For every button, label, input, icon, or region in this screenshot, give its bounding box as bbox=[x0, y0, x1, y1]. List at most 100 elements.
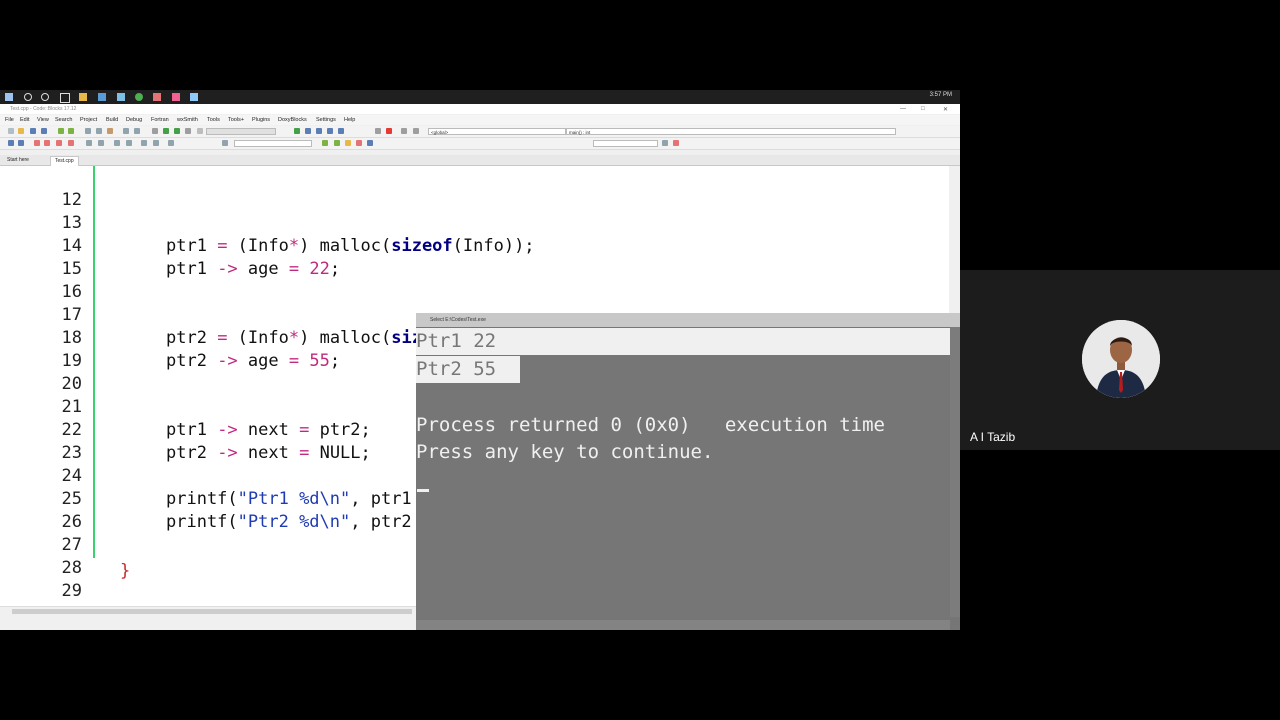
selection-combo[interactable] bbox=[593, 140, 658, 147]
menu-file[interactable]: File bbox=[5, 117, 14, 123]
menu-bar: File Edit View Search Project Build Debu… bbox=[0, 115, 960, 125]
tray-clock[interactable]: 3:57 PM bbox=[930, 92, 952, 98]
bookmark-toggle-icon[interactable] bbox=[34, 140, 40, 146]
participant-avatar bbox=[1082, 320, 1160, 398]
menu-tools-plus[interactable]: Tools+ bbox=[228, 117, 244, 123]
toggle-comment-icon[interactable] bbox=[126, 140, 132, 146]
menu-help[interactable]: Help bbox=[344, 117, 355, 123]
code-line: 28 bbox=[0, 534, 82, 578]
rebuild-icon[interactable] bbox=[185, 128, 191, 134]
debug-pause-icon[interactable] bbox=[375, 128, 381, 134]
file-explorer-icon[interactable] bbox=[79, 93, 87, 101]
debug-window-icon[interactable] bbox=[401, 128, 407, 134]
code-line: 18 ptr2 -> age = 55; bbox=[0, 304, 341, 371]
search-combo[interactable] bbox=[234, 140, 312, 147]
chrome-icon[interactable] bbox=[135, 93, 143, 101]
comment-icon[interactable] bbox=[98, 140, 104, 146]
replace-icon[interactable] bbox=[134, 128, 140, 134]
console-cursor bbox=[417, 489, 429, 492]
menu-search[interactable]: Search bbox=[55, 117, 72, 123]
codeblocks-icon[interactable] bbox=[153, 93, 161, 101]
app-icon[interactable] bbox=[117, 93, 125, 101]
pencil-icon[interactable] bbox=[345, 140, 351, 146]
debug-step-icon[interactable] bbox=[305, 128, 311, 134]
app-icon[interactable] bbox=[172, 93, 180, 101]
build-icon[interactable] bbox=[152, 128, 158, 134]
debug-stop-icon[interactable] bbox=[386, 128, 392, 134]
hash-icon[interactable] bbox=[662, 140, 668, 146]
menu-wxsmith[interactable]: wxSmith bbox=[177, 117, 198, 123]
close-icon[interactable]: ✕ bbox=[943, 106, 948, 113]
marker-icon[interactable] bbox=[367, 140, 373, 146]
secondary-toolbar bbox=[0, 138, 960, 150]
undo-icon[interactable] bbox=[58, 128, 64, 134]
console-title-bar[interactable]: Select E:\Codes\Test.exe bbox=[416, 313, 960, 327]
build-run-icon[interactable] bbox=[174, 128, 180, 134]
bookmark-clear-icon[interactable] bbox=[68, 140, 74, 146]
build-target-combo[interactable] bbox=[206, 128, 276, 135]
highlight-icon[interactable] bbox=[222, 140, 228, 146]
menu-edit[interactable]: Edit bbox=[20, 117, 29, 123]
cut-icon[interactable] bbox=[85, 128, 91, 134]
title-bar: Test.cpp - Code::Blocks 17.12 — □ ✕ bbox=[0, 104, 960, 114]
open-icon[interactable] bbox=[18, 128, 24, 134]
match-brace-icon[interactable] bbox=[168, 140, 174, 146]
debug-step-into-icon[interactable] bbox=[327, 128, 333, 134]
uncomment-icon[interactable] bbox=[114, 140, 120, 146]
windows-start-icon[interactable] bbox=[5, 93, 13, 101]
function-combo[interactable]: main() : int bbox=[566, 128, 896, 135]
find-icon[interactable] bbox=[123, 128, 129, 134]
scroll-thumb[interactable] bbox=[12, 609, 412, 614]
paste-icon[interactable] bbox=[107, 128, 113, 134]
debug-icon[interactable] bbox=[294, 128, 300, 134]
abort-icon[interactable] bbox=[197, 128, 203, 134]
redo-icon[interactable] bbox=[68, 128, 74, 134]
code-line: 29 bbox=[0, 557, 82, 601]
tab-start-here[interactable]: Start here bbox=[3, 156, 33, 165]
bookmark-next-icon[interactable] bbox=[56, 140, 62, 146]
menu-view[interactable]: View bbox=[37, 117, 49, 123]
menu-fortran[interactable]: Fortran bbox=[151, 117, 169, 123]
stream-comment-icon[interactable] bbox=[141, 140, 147, 146]
debug-next-icon[interactable] bbox=[316, 128, 322, 134]
find-prev-icon[interactable] bbox=[334, 140, 340, 146]
nav-forward-icon[interactable] bbox=[18, 140, 24, 146]
menu-build[interactable]: Build bbox=[106, 117, 118, 123]
minimize-icon[interactable]: — bbox=[900, 106, 906, 112]
app-icon[interactable] bbox=[98, 93, 106, 101]
tab-test-cpp[interactable]: Test.cpp bbox=[50, 156, 79, 166]
menu-plugins[interactable]: Plugins bbox=[252, 117, 270, 123]
window-title: Test.cpp - Code::Blocks 17.12 bbox=[10, 106, 77, 112]
find-next-icon[interactable] bbox=[322, 140, 328, 146]
box-comment-icon[interactable] bbox=[153, 140, 159, 146]
jump-icon[interactable] bbox=[86, 140, 92, 146]
brush-icon[interactable] bbox=[356, 140, 362, 146]
save-all-icon[interactable] bbox=[41, 128, 47, 134]
symbol-icon[interactable] bbox=[673, 140, 679, 146]
app-icon[interactable] bbox=[190, 93, 198, 101]
save-icon[interactable] bbox=[30, 128, 36, 134]
nav-back-icon[interactable] bbox=[8, 140, 14, 146]
search-icon[interactable] bbox=[24, 93, 32, 101]
copy-icon[interactable] bbox=[96, 128, 102, 134]
maximize-icon[interactable]: □ bbox=[921, 106, 925, 112]
console-vertical-scrollbar[interactable] bbox=[950, 327, 960, 617]
menu-doxyblocks[interactable]: DoxyBlocks bbox=[278, 117, 307, 123]
cortana-icon[interactable] bbox=[41, 93, 49, 101]
task-view-icon[interactable] bbox=[60, 93, 70, 103]
console-window[interactable]: Select E:\Codes\Test.exe Ptr1 22 Ptr2 55… bbox=[416, 313, 960, 630]
debug-info-icon[interactable] bbox=[413, 128, 419, 134]
menu-project[interactable]: Project bbox=[80, 117, 97, 123]
console-horizontal-scrollbar[interactable] bbox=[416, 620, 950, 630]
run-icon[interactable] bbox=[163, 128, 169, 134]
editor-tabs: Start here Test.cpp bbox=[0, 155, 960, 166]
menu-settings[interactable]: Settings bbox=[316, 117, 336, 123]
new-file-icon[interactable] bbox=[8, 128, 14, 134]
menu-tools[interactable]: Tools bbox=[207, 117, 220, 123]
bookmark-prev-icon[interactable] bbox=[44, 140, 50, 146]
console-selected-text: Ptr1 22 bbox=[416, 328, 960, 355]
participant-name: A I Tazib bbox=[970, 430, 1016, 444]
debug-step-out-icon[interactable] bbox=[338, 128, 344, 134]
menu-debug[interactable]: Debug bbox=[126, 117, 142, 123]
scope-combo[interactable]: <global> bbox=[428, 128, 566, 135]
